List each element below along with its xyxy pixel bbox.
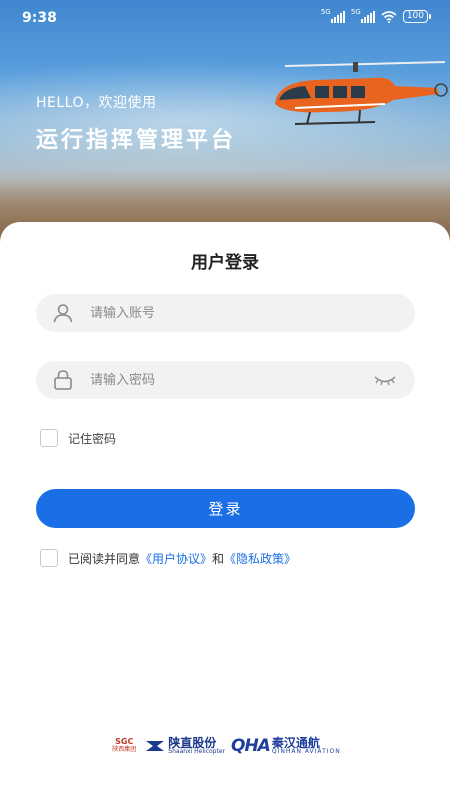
login-card: 用户登录 记住密码 登录 已阅读并同意 《用户协议》 和: [0, 222, 450, 800]
eye-closed-icon[interactable]: [373, 372, 397, 388]
platform-title: 运行指挥管理平台: [36, 128, 237, 153]
agreement-row: 已阅读并同意 《用户协议》 和 《隐私政策》: [40, 549, 296, 567]
remember-checkbox[interactable]: [40, 429, 58, 447]
partner-logos: SGC 陕西集团 陕直股份 Shaanxi Helicopter QHA 秦汉通…: [0, 734, 450, 758]
password-input[interactable]: [90, 361, 370, 399]
network-type-2: 5G: [350, 7, 361, 16]
agreement-prefix: 已阅读并同意: [68, 551, 141, 566]
wifi-icon: [381, 10, 397, 23]
lock-icon: [54, 370, 72, 390]
account-input[interactable]: [90, 294, 370, 332]
privacy-policy-link[interactable]: 《隐私政策》: [224, 550, 296, 567]
shaanxi-helicopter-en: Shaanxi Helicopter: [168, 747, 225, 755]
helicopter-illustration: [275, 61, 448, 125]
sgc-logo-text: SGC: [115, 737, 134, 746]
login-title: 用户登录: [191, 253, 259, 273]
password-field[interactable]: [36, 361, 415, 399]
sgc-logo-sub: 陕西集团: [112, 746, 137, 753]
status-bar: 9:38 5G 5G 100: [0, 0, 450, 36]
status-indicators: 5G 5G 100: [320, 7, 432, 23]
sgc-logo: SGC 陕西集团: [109, 738, 139, 754]
user-agreement-link[interactable]: 《用户协议》: [140, 550, 212, 567]
cellular-signal-icon: 5G: [320, 7, 345, 23]
user-icon: [53, 304, 73, 323]
remember-password-row[interactable]: 记住密码: [40, 429, 116, 447]
hero-banner: HELLO，欢迎使用 运行指挥管理平台: [0, 0, 450, 250]
qha-mark: QHA: [231, 736, 271, 756]
battery-icon: 100: [402, 10, 432, 23]
remember-label: 记住密码: [68, 431, 117, 446]
network-type-1: 5G: [320, 7, 331, 16]
qinhan-aviation-logo: QHA 秦汉通航 QINHAN AVIATION: [231, 736, 341, 756]
agreement-conjunction: 和: [212, 551, 225, 566]
cellular-signal-2-icon: 5G: [350, 7, 375, 23]
shaanxi-helicopter-mark-icon: [146, 741, 165, 751]
qinhan-aviation-en: QINHAN AVIATION: [271, 747, 341, 755]
shaanxi-helicopter-logo: 陕直股份 Shaanxi Helicopter: [145, 735, 225, 755]
status-time: 9:38: [22, 10, 57, 26]
shaanxi-helicopter-cn: 陕直股份: [168, 735, 217, 750]
login-button[interactable]: 登录: [36, 489, 415, 528]
account-field[interactable]: [36, 294, 415, 332]
greeting-text: HELLO，欢迎使用: [36, 95, 157, 111]
qinhan-aviation-cn: 秦汉通航: [271, 735, 320, 750]
agreement-checkbox[interactable]: [40, 549, 58, 567]
